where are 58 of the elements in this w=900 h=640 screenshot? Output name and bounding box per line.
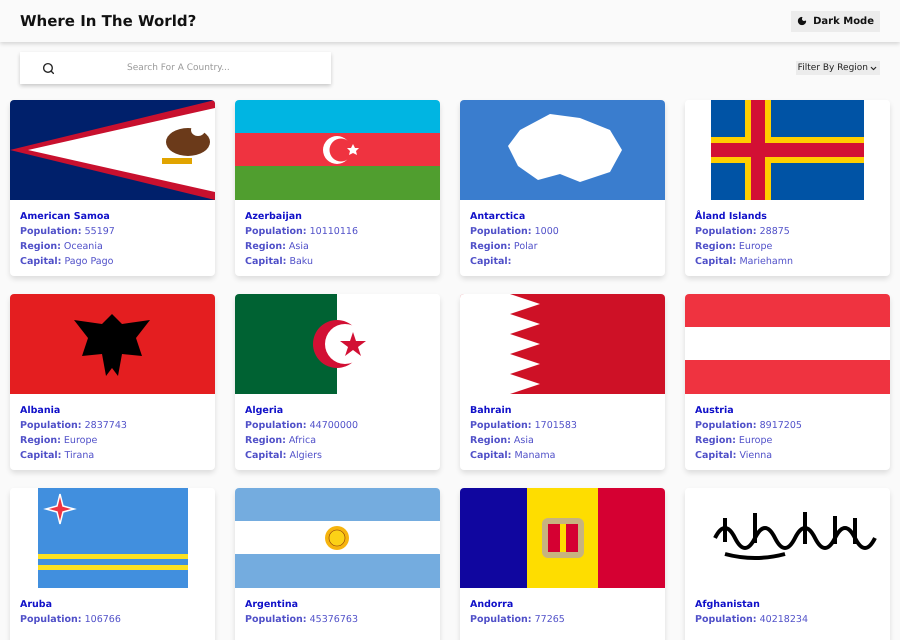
- country-detail: Population: 45376763: [245, 613, 359, 626]
- country-detail: Capital: Mariehamn: [695, 255, 794, 268]
- country-detail: Region: Africa: [245, 434, 318, 447]
- dark-mode-button[interactable]: Dark Mode: [791, 10, 880, 32]
- country-name: Antarctica: [470, 210, 526, 223]
- country-detail: Capital: Tirana: [20, 449, 96, 462]
- country-detail: Region: Asia: [470, 434, 535, 447]
- country-detail: Region: Europe: [20, 434, 98, 447]
- country-name: Afghanistan: [695, 598, 761, 611]
- country-card[interactable]: Algeria Population: 44700000 Region: Africa Capital: Algiers: [235, 294, 440, 470]
- country-name: American Samoa: [20, 210, 111, 223]
- country-detail: Region: Oceania: [20, 240, 104, 253]
- country-name: Åland Islands: [695, 210, 768, 223]
- search-input[interactable]: Search For A Country...: [125, 62, 331, 74]
- country-card[interactable]: Aruba Population: 106766: [10, 488, 215, 640]
- country-detail: Population: 40218234: [695, 613, 809, 626]
- country-detail: Population: 1701583: [470, 419, 578, 432]
- country-detail: Region: Polar: [470, 240, 538, 253]
- country-detail: Population: 106766: [20, 613, 122, 626]
- country-detail: Population: 1000: [470, 225, 560, 238]
- country-card[interactable]: Austria Population: 8917205 Region: Europe Capital: Vienna: [685, 294, 890, 470]
- country-detail: Region: Asia: [245, 240, 310, 253]
- country-detail: Capital: Vienna: [695, 449, 774, 462]
- country-name: Austria: [695, 404, 735, 417]
- country-card[interactable]: Bahrain Population: 1701583 Region: Asia Capital: Manama: [460, 294, 665, 470]
- country-name: Argentina: [245, 598, 300, 611]
- moon-icon: [797, 16, 808, 26]
- country-detail: Population: 55197: [20, 225, 116, 238]
- country-card[interactable]: Antarctica Population: 1000 Region: Polar Capital:: [460, 100, 665, 276]
- country-detail: Population: 77265: [470, 613, 566, 626]
- country-detail: Capital: Pago Pago: [20, 255, 114, 268]
- search-icon: [42, 62, 55, 74]
- country-detail: Capital: Manama: [470, 449, 556, 462]
- country-name: Algeria: [245, 404, 284, 417]
- country-detail: Population: 2837743: [20, 419, 128, 432]
- country-name: Azerbaijan: [245, 210, 303, 223]
- country-card[interactable]: Albania Population: 2837743 Region: Europe Capital: Tirana: [10, 294, 215, 470]
- country-card[interactable]: Andorra Population: 77265: [460, 488, 665, 640]
- country-name: Bahrain: [470, 404, 513, 417]
- country-name: Albania: [20, 404, 62, 417]
- country-detail: Population: 10110116: [245, 225, 359, 238]
- country-detail: Population: 28875: [695, 225, 791, 238]
- country-detail: Region: Europe: [695, 434, 774, 447]
- country-name: Andorra: [470, 598, 514, 611]
- region-filter-dropdown[interactable]: Filter By Region: [796, 61, 880, 75]
- country-detail: Population: 8917205: [695, 419, 803, 432]
- country-detail: Capital: Baku: [245, 255, 314, 268]
- country-card[interactable]: Åland Islands Population: 28875 Region: Europe Capital: Mariehamn: [685, 100, 890, 276]
- country-card[interactable]: American Samoa Population: 55197 Region: Oceania Capital: Pago Pago: [10, 100, 215, 276]
- country-card[interactable]: Afghanistan Population: 40218234: [685, 488, 890, 640]
- page-title: Where In The World?: [20, 12, 196, 30]
- country-name: Aruba: [20, 598, 54, 611]
- country-detail: Capital: Algiers: [245, 449, 323, 462]
- country-detail: Region: Europe: [695, 240, 774, 253]
- country-card[interactable]: Argentina Population: 45376763: [235, 488, 440, 640]
- country-detail: Capital:: [470, 255, 512, 268]
- country-card[interactable]: Azerbaijan Population: 10110116 Region: Asia Capital: Baku: [235, 100, 440, 276]
- country-detail: Population: 44700000: [245, 419, 359, 432]
